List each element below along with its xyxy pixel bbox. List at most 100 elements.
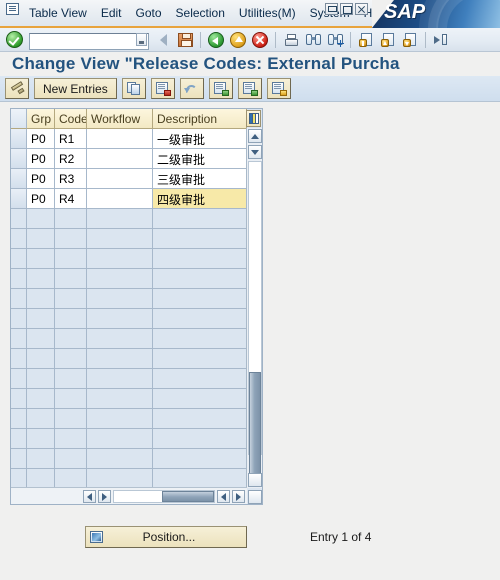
empty-cell[interactable]: [55, 409, 87, 429]
table-empty-row[interactable]: [11, 469, 247, 488]
table-empty-row[interactable]: [11, 229, 247, 249]
empty-cell[interactable]: [153, 309, 247, 329]
horizontal-scroll-thumb[interactable]: [162, 491, 214, 502]
empty-cell[interactable]: [87, 449, 153, 469]
save-icon[interactable]: [175, 30, 195, 49]
empty-cell[interactable]: [11, 289, 27, 309]
empty-cell[interactable]: [11, 269, 27, 289]
empty-cell[interactable]: [55, 289, 87, 309]
horizontal-scroll-track[interactable]: [113, 490, 215, 503]
select-all-column-header[interactable]: [11, 109, 27, 129]
back-nav-arrow-icon[interactable]: [153, 30, 173, 49]
undo-button[interactable]: [179, 78, 204, 99]
empty-cell[interactable]: [153, 229, 247, 249]
scroll-down-icon[interactable]: [248, 145, 262, 159]
table-empty-row[interactable]: [11, 289, 247, 309]
table-empty-row[interactable]: [11, 269, 247, 289]
empty-cell[interactable]: [87, 249, 153, 269]
scroll-left-icon[interactable]: [83, 490, 96, 503]
empty-cell[interactable]: [87, 409, 153, 429]
select-block-button[interactable]: [237, 78, 262, 99]
select-all-button[interactable]: [208, 78, 233, 99]
empty-cell[interactable]: [27, 349, 55, 369]
empty-cell[interactable]: [27, 309, 55, 329]
delete-button[interactable]: [150, 78, 175, 99]
empty-cell[interactable]: [87, 209, 153, 229]
grid-config-icon[interactable]: [246, 110, 261, 127]
empty-cell[interactable]: [87, 329, 153, 349]
find-next-icon[interactable]: [325, 30, 345, 49]
empty-cell[interactable]: [87, 389, 153, 409]
cell-code[interactable]: R1: [55, 129, 87, 149]
table-horizontal-scrollbar[interactable]: [11, 487, 247, 504]
empty-cell[interactable]: [153, 349, 247, 369]
empty-cell[interactable]: [87, 469, 153, 488]
next-page-icon[interactable]: [400, 30, 420, 49]
table-empty-row[interactable]: [11, 249, 247, 269]
table-row[interactable]: P0 R2 二级审批: [11, 149, 247, 169]
menu-item-selection[interactable]: Selection: [169, 4, 232, 22]
empty-cell[interactable]: [27, 269, 55, 289]
empty-cell[interactable]: [87, 269, 153, 289]
empty-cell[interactable]: [11, 229, 27, 249]
table-empty-row[interactable]: [11, 309, 247, 329]
empty-cell[interactable]: [55, 449, 87, 469]
empty-cell[interactable]: [153, 429, 247, 449]
table-vertical-scrollbar[interactable]: [246, 128, 262, 504]
empty-cell[interactable]: [27, 289, 55, 309]
empty-cell[interactable]: [55, 389, 87, 409]
empty-cell[interactable]: [153, 409, 247, 429]
empty-cell[interactable]: [153, 469, 247, 488]
print-icon[interactable]: [281, 30, 301, 49]
column-header-description[interactable]: Description: [153, 109, 247, 129]
cell-grp[interactable]: P0: [27, 149, 55, 169]
empty-cell[interactable]: [55, 469, 87, 488]
scroll-up-icon[interactable]: [248, 129, 262, 143]
empty-cell[interactable]: [27, 409, 55, 429]
table-empty-row[interactable]: [11, 349, 247, 369]
empty-cell[interactable]: [11, 409, 27, 429]
column-header-grp[interactable]: Grp: [27, 109, 55, 129]
exit-icon[interactable]: [228, 30, 248, 49]
find-icon[interactable]: [303, 30, 323, 49]
scroll-right-icon-2[interactable]: [232, 490, 245, 503]
table-empty-row[interactable]: [11, 329, 247, 349]
empty-cell[interactable]: [87, 429, 153, 449]
empty-cell[interactable]: [87, 289, 153, 309]
first-page-icon[interactable]: [356, 30, 376, 49]
back-icon[interactable]: [206, 30, 226, 49]
empty-cell[interactable]: [87, 349, 153, 369]
table-row[interactable]: P0 R3 三级审批: [11, 169, 247, 189]
cell-description[interactable]: 四级审批: [153, 189, 247, 209]
vertical-scroll-thumb[interactable]: [249, 372, 261, 487]
cell-workflow[interactable]: [87, 189, 153, 209]
close-button[interactable]: [355, 3, 368, 15]
table-row[interactable]: P0 R1 一级审批: [11, 129, 247, 149]
empty-cell[interactable]: [11, 469, 27, 488]
cell-workflow[interactable]: [87, 169, 153, 189]
empty-cell[interactable]: [87, 369, 153, 389]
empty-cell[interactable]: [11, 309, 27, 329]
minimize-button[interactable]: [325, 3, 338, 15]
empty-cell[interactable]: [87, 309, 153, 329]
column-header-workflow[interactable]: Workflow: [87, 109, 153, 129]
row-selector[interactable]: [11, 169, 27, 189]
empty-cell[interactable]: [55, 229, 87, 249]
table-empty-row[interactable]: [11, 209, 247, 229]
empty-cell[interactable]: [27, 389, 55, 409]
empty-cell[interactable]: [153, 449, 247, 469]
empty-cell[interactable]: [27, 369, 55, 389]
empty-cell[interactable]: [153, 289, 247, 309]
empty-cell[interactable]: [11, 349, 27, 369]
scroll-right-icon[interactable]: [98, 490, 111, 503]
cell-workflow[interactable]: [87, 129, 153, 149]
cell-code[interactable]: R2: [55, 149, 87, 169]
row-selector[interactable]: [11, 189, 27, 209]
empty-cell[interactable]: [11, 329, 27, 349]
empty-cell[interactable]: [27, 469, 55, 488]
empty-cell[interactable]: [55, 269, 87, 289]
row-selector[interactable]: [11, 149, 27, 169]
command-field[interactable]: [29, 32, 149, 50]
empty-cell[interactable]: [153, 249, 247, 269]
enter-check-icon[interactable]: [6, 31, 23, 48]
